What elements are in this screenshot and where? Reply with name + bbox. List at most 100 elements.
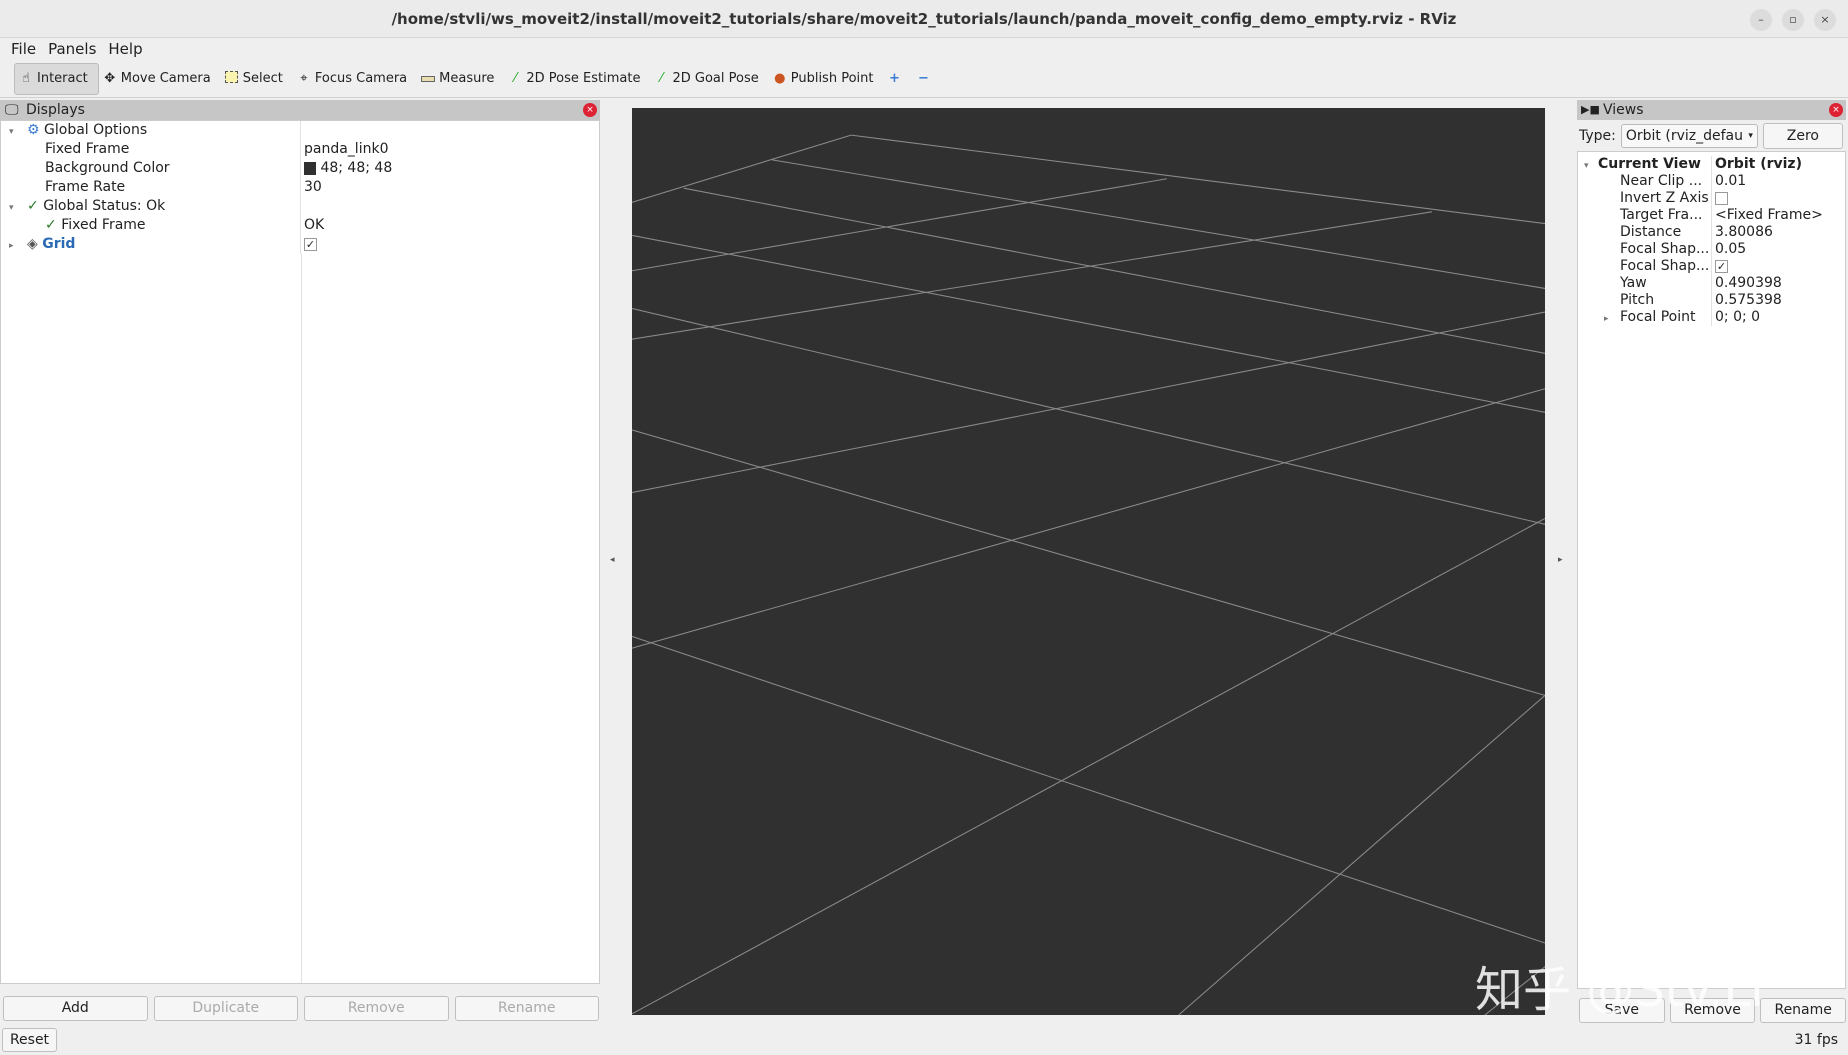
panel-title: Displays — [26, 102, 85, 118]
expand-arrow-icon[interactable]: ▾ — [1, 199, 27, 216]
check-icon: ✓ — [27, 198, 39, 214]
row-value[interactable]: 0.575398 — [1712, 292, 1782, 309]
tool-label: Interact — [37, 71, 88, 86]
move-camera-icon: ✥ — [104, 71, 116, 86]
row-value[interactable]: 3.80086 — [1712, 224, 1773, 241]
view-row-focal-shape-fixed[interactable]: Focal Shap... ✓ — [1578, 258, 1845, 275]
tool-2d-pose-estimate[interactable]: ⁄ 2D Pose Estimate — [504, 63, 650, 95]
row-label: Focal Shap... — [1578, 258, 1712, 275]
tool-focus-camera[interactable]: ⌖ Focus Camera — [293, 63, 417, 95]
tree-row-global-options[interactable]: ▾ ⚙ Global Options — [1, 121, 599, 140]
remove-tool-button[interactable]: − — [912, 63, 941, 95]
panel-title: Views — [1603, 102, 1644, 118]
row-value[interactable]: 0.490398 — [1712, 275, 1782, 292]
tool-2d-goal-pose[interactable]: ⁄ 2D Goal Pose — [650, 63, 768, 95]
tool-label: Select — [242, 71, 283, 86]
zero-button[interactable]: Zero — [1762, 122, 1843, 149]
row-label: Distance — [1578, 224, 1712, 241]
view-row-focal-shape-size[interactable]: Focal Shap... 0.05 — [1578, 241, 1845, 258]
menu-file[interactable]: File — [11, 38, 36, 60]
minimize-button[interactable]: – — [1750, 9, 1772, 31]
collapse-right-handle[interactable]: ▸ — [1558, 555, 1563, 565]
close-panel-button[interactable]: × — [1829, 103, 1843, 117]
view-row-distance[interactable]: Distance 3.80086 — [1578, 224, 1845, 241]
row-value[interactable]: panda_link0 — [301, 140, 388, 159]
row-value[interactable]: 0; 0; 0 — [1712, 309, 1760, 326]
close-window-button[interactable]: × — [1814, 9, 1836, 31]
menu-panels[interactable]: Panels — [48, 38, 96, 60]
row-label: Target Fra... — [1578, 207, 1712, 224]
grid-enabled-checkbox[interactable]: ✓ — [304, 237, 317, 251]
row-label: Global Status: Ok — [43, 198, 166, 214]
window-title-bar: /home/stvli/ws_moveit2/install/moveit2_t… — [0, 0, 1848, 38]
green-arrow-icon: ⁄ — [514, 71, 517, 86]
row-value[interactable]: 0.05 — [1712, 241, 1746, 258]
collapse-left-handle[interactable]: ◂ — [610, 555, 615, 565]
invert-z-checkbox[interactable] — [1715, 191, 1728, 205]
remove-button[interactable]: Remove — [304, 996, 449, 1021]
add-tool-button[interactable]: + — [883, 63, 912, 95]
reset-button[interactable]: Reset — [2, 1028, 57, 1052]
tool-label: 2D Goal Pose — [672, 71, 759, 86]
displays-panel: 🖵 Displays × ▾ ⚙ Global Options Fixed Frame… — [0, 100, 600, 986]
focal-shape-checkbox[interactable]: ✓ — [1715, 259, 1728, 273]
row-label: Current View — [1598, 156, 1701, 172]
view-row-invert-z[interactable]: Invert Z Axis — [1578, 190, 1845, 207]
row-value[interactable]: 0.01 — [1712, 173, 1746, 190]
view-row-pitch[interactable]: Pitch 0.575398 — [1578, 292, 1845, 309]
check-icon: ✓ — [45, 217, 57, 233]
tool-publish-point[interactable]: ● Publish Point — [769, 63, 884, 95]
watermark: 知乎 @Stv.Li — [1475, 962, 1764, 1018]
tool-label: Focus Camera — [314, 71, 408, 86]
focus-camera-icon: ⌖ — [300, 71, 308, 86]
view-row-yaw[interactable]: Yaw 0.490398 — [1578, 275, 1845, 292]
row-label: Background Color — [1, 159, 301, 178]
tree-row-global-status[interactable]: ▾ ✓ Global Status: Ok — [1, 197, 599, 216]
rename-view-button[interactable]: Rename — [1760, 998, 1847, 1023]
view-row-current-view[interactable]: ▾ Current View Orbit (rviz) — [1578, 156, 1845, 173]
duplicate-button[interactable]: Duplicate — [153, 996, 298, 1021]
view-type-value: Orbit (rviz_defau — [1625, 127, 1743, 144]
collapse-arrow-icon[interactable]: ▸ — [1578, 311, 1620, 326]
row-value: Orbit (rviz) — [1715, 156, 1802, 172]
view-row-target-frame[interactable]: Target Fra... <Fixed Frame> — [1578, 207, 1845, 224]
menu-help[interactable]: Help — [108, 38, 142, 60]
map-pin-icon: ● — [774, 71, 786, 86]
row-value[interactable]: 30 — [301, 178, 322, 197]
row-label: Frame Rate — [1, 178, 301, 197]
row-label: Fixed Frame — [1, 140, 301, 159]
menu-bar: File Panels Help — [0, 38, 1848, 60]
monitor-icon: 🖵 — [5, 102, 19, 118]
window-title: /home/stvli/ws_moveit2/install/moveit2_t… — [391, 10, 1457, 28]
tool-measure[interactable]: Measure — [417, 63, 504, 95]
grid-render — [631, 134, 1546, 1016]
tree-row-fixed-frame-status[interactable]: ✓ Fixed Frame OK — [1, 216, 599, 235]
row-label: Invert Z Axis — [1578, 190, 1712, 207]
color-swatch[interactable] — [304, 161, 316, 175]
row-value[interactable]: <Fixed Frame> — [1712, 207, 1823, 224]
view-type-select[interactable]: Orbit (rviz_defau ▾ — [1620, 123, 1758, 148]
views-header: ▶■ Views × — [1577, 100, 1846, 120]
row-label: Fixed Frame — [61, 217, 146, 233]
expand-arrow-icon[interactable]: ▾ — [1578, 158, 1598, 173]
3d-viewport[interactable] — [631, 108, 1546, 1016]
row-label: Focal Shap... — [1578, 241, 1712, 258]
expand-arrow-icon[interactable]: ▾ — [1, 123, 27, 140]
maximize-button[interactable]: ▫ — [1782, 9, 1804, 31]
tree-row-fixed-frame[interactable]: Fixed Frame panda_link0 — [1, 140, 599, 159]
tree-row-grid[interactable]: ▸ ◈ Grid ✓ — [1, 235, 599, 254]
views-tree: ▾ Current View Orbit (rviz) Near Clip ... 0… — [1577, 151, 1846, 989]
row-value[interactable]: 48; 48; 48 — [320, 160, 392, 176]
tree-row-background-color[interactable]: Background Color 48; 48; 48 — [1, 159, 599, 178]
view-row-focal-point[interactable]: ▸ Focal Point 0; 0; 0 — [1578, 309, 1845, 326]
rename-button[interactable]: Rename — [454, 996, 599, 1021]
tool-move-camera[interactable]: ✥ Move Camera — [99, 63, 221, 95]
view-row-near-clip[interactable]: Near Clip ... 0.01 — [1578, 173, 1845, 190]
tree-row-frame-rate[interactable]: Frame Rate 30 — [1, 178, 599, 197]
collapse-arrow-icon[interactable]: ▸ — [1, 237, 27, 254]
tool-select[interactable]: Select — [221, 63, 293, 95]
close-panel-button[interactable]: × — [583, 103, 597, 117]
add-button[interactable]: Add — [3, 996, 148, 1021]
tool-interact[interactable]: ☝ Interact — [14, 62, 99, 95]
gear-icon: ⚙ — [27, 122, 40, 138]
